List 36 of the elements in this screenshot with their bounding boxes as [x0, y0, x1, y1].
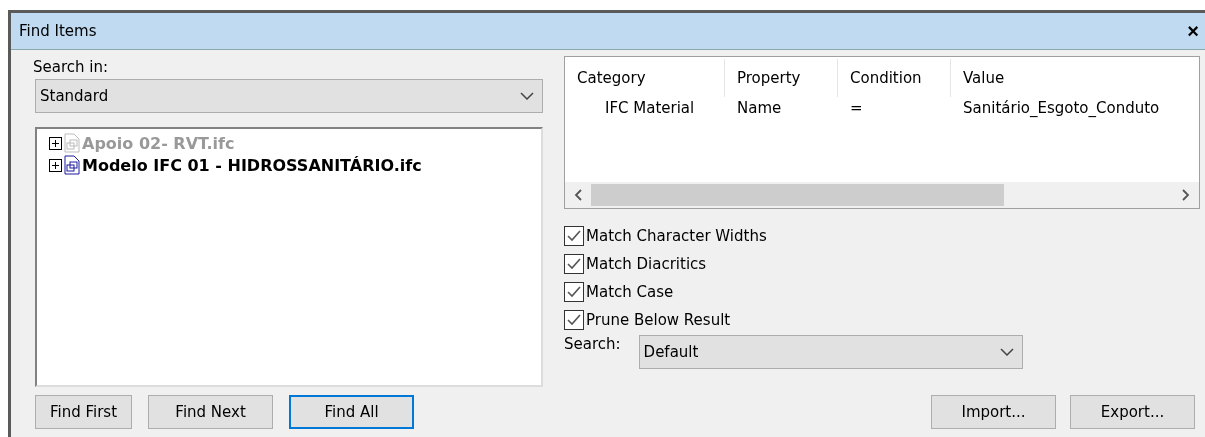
caret-icon: [520, 92, 534, 100]
dropdown[interactable]: Default: [638, 335, 1023, 369]
table-cell-text: =: [849, 99, 864, 117]
scrollbar[interactable]: [565, 182, 1199, 208]
scroll-left-icon: [574, 189, 582, 201]
checkbox[interactable]: [564, 282, 584, 302]
checkbox[interactable]: [564, 310, 584, 330]
checkbox[interactable]: [564, 226, 584, 246]
field-label: Search:: [564, 335, 621, 353]
button[interactable]: Export...: [1070, 395, 1195, 429]
expand-icon: [49, 136, 62, 150]
scroll-thumb[interactable]: [591, 184, 1005, 206]
checkbox-label: Match Character Widths: [586, 227, 767, 245]
column-header[interactable]: Value: [951, 59, 1199, 97]
checkbox[interactable]: [564, 254, 584, 274]
button[interactable]: Find First: [35, 395, 133, 429]
column-header[interactable]: Category: [565, 59, 725, 97]
table-cell-text: Name: [736, 99, 783, 117]
checkbox-label: Match Case: [586, 283, 674, 301]
table-cell-text: IFC Material: [604, 99, 696, 117]
field-label: Search in:: [33, 58, 110, 76]
close-button[interactable]: ×: [1187, 19, 1199, 43]
expand-icon: [49, 158, 62, 172]
tree-item[interactable]: Modelo IFC 01 - HIDROSSANITÁRIO.ifc: [82, 155, 422, 175]
checkbox-label: Prune Below Result: [586, 311, 731, 329]
caret-icon: [999, 348, 1014, 356]
button[interactable]: Find Next: [148, 395, 274, 429]
table-cell-text: Sanitário_Esgoto_Conduto: [962, 99, 1161, 117]
dropdown[interactable]: Standard: [35, 79, 543, 113]
column-header[interactable]: Condition: [838, 59, 951, 97]
window-title: Find Items: [19, 22, 97, 40]
scroll-right-icon: [1182, 189, 1190, 201]
checkbox-label: Match Diacritics: [586, 255, 707, 273]
button[interactable]: Import...: [931, 395, 1056, 429]
button[interactable]: Find All: [289, 395, 415, 429]
column-header[interactable]: Property: [725, 59, 838, 97]
